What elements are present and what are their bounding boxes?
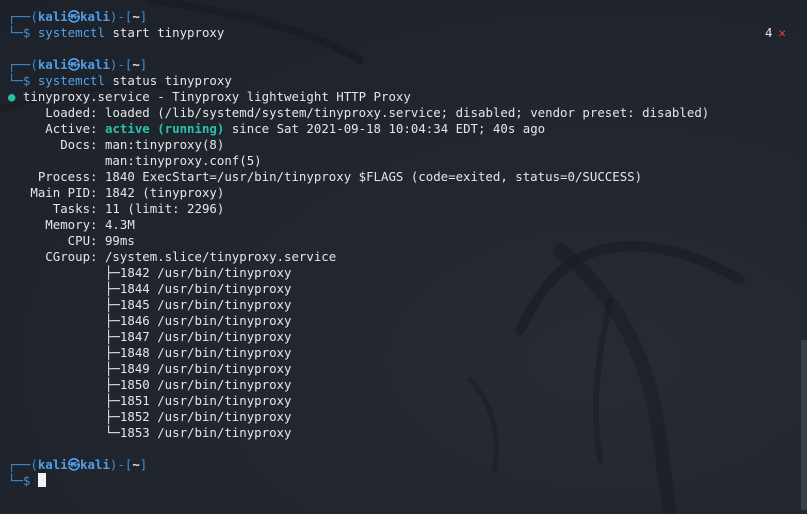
prompt-corner-top: ┌──( [8,457,38,472]
memory-line: Memory: 4.3M [8,217,135,232]
cpu-line: CPU: 99ms [8,233,135,248]
cgroup-process: ├─1851 /usr/bin/tinyproxy [8,393,292,408]
prompt-corner-top: ┌──( [8,57,38,72]
terminal-window[interactable]: ┌──(kali㉿kali)-[~] └─$ systemctl start t… [0,0,807,514]
docs-line: Docs: man:tinyproxy(8) [8,137,777,153]
mainpid-line: Main PID: 1842 (tinyproxy) [8,185,225,200]
prompt-close: ] [139,457,148,472]
cgroup-process: ├─1852 /usr/bin/tinyproxy [8,409,292,424]
docs-value: man:tinyproxy(8) [97,137,225,152]
prompt-host: kali [80,57,110,72]
prompt-user: kali [37,9,68,24]
loaded-label: Loaded: [8,105,98,120]
cgroup-process: └─1853 /usr/bin/tinyproxy [8,425,292,440]
loaded-line: Loaded: loaded (/lib/systemd/system/tiny… [8,105,777,121]
cgroup-process: ├─1844 /usr/bin/tinyproxy [8,281,292,296]
prompt-corner-top: ┌──( [8,9,38,24]
service-title: tinyproxy.service - Tinyproxy lightweigh… [15,89,411,104]
prompt-host: kali [80,9,110,24]
cgroup-process: ├─1845 /usr/bin/tinyproxy [8,297,292,312]
active-label: Active: [8,121,98,136]
prompt-close: ] [139,9,148,24]
cgroup-process: ├─1847 /usr/bin/tinyproxy [8,329,292,344]
prompt-sep: )-[ [109,457,133,472]
active-since: since Sat 2021-09-18 10:04:34 EDT; 40s a… [224,121,546,136]
docs-value: man:tinyproxy.conf(5) [8,153,262,168]
exit-status: 4 ✕ [765,25,786,41]
command-args: status tinyproxy [104,73,232,88]
cgroup-process: ├─1849 /usr/bin/tinyproxy [8,361,292,376]
tasks-line: Tasks: 11 (limit: 2296) [8,201,225,216]
docs-label: Docs: [8,137,98,152]
command-name: systemctl [37,73,105,88]
prompt-line: ┌──(kali㉿kali)-[~] [8,9,777,25]
process-line: Process: 1840 ExecStart=/usr/bin/tinypro… [8,169,643,184]
command-line: └─$ systemctl status tinyproxy [8,73,777,89]
prompt-corner-bottom: └─$ [8,473,38,488]
command-args: start tinyproxy [104,25,225,40]
text-cursor[interactable] [37,473,46,487]
prompt-corner-bottom: └─$ [8,73,38,88]
error-x-icon: ✕ [778,25,786,40]
scrollbar[interactable] [801,340,807,510]
prompt-sep: )-[ [109,57,133,72]
command-line: └─$ systemctl start tinyproxy 4 ✕ [8,25,786,41]
prompt-dir: ~ [132,457,140,472]
terminal-output: ┌──(kali㉿kali)-[~] └─$ systemctl start t… [8,9,786,489]
active-line: Active: active (running) since Sat 2021-… [8,121,777,137]
prompt-at: ㉿ [67,9,81,24]
prompt-at: ㉿ [67,57,81,72]
active-state: active (running) [97,121,225,136]
prompt-line: ┌──(kali㉿kali)-[~] [8,457,777,473]
cgroup-process: ├─1848 /usr/bin/tinyproxy [8,345,292,360]
prompt-host: kali [80,457,110,472]
input-line[interactable]: └─$ [8,473,777,489]
prompt-at: ㉿ [67,457,81,472]
cgroup-process: ├─1850 /usr/bin/tinyproxy [8,377,292,392]
loaded-value: loaded (/lib/systemd/system/tinyproxy.se… [97,105,710,120]
prompt-user: kali [37,57,68,72]
prompt-dir: ~ [132,9,140,24]
exit-code: 4 [765,25,773,40]
cgroup-line: CGroup: /system.slice/tinyproxy.service [8,249,337,264]
service-header: ● tinyproxy.service - Tinyproxy lightwei… [8,89,777,105]
docs-line-2: man:tinyproxy.conf(5) [8,153,777,169]
prompt-sep: )-[ [109,9,133,24]
prompt-close: ] [139,57,148,72]
command-name: systemctl [37,25,105,40]
cgroup-process: ├─1842 /usr/bin/tinyproxy [8,265,292,280]
prompt-line: ┌──(kali㉿kali)-[~] [8,57,777,73]
prompt-corner-bottom: └─$ [8,25,38,40]
prompt-dir: ~ [132,57,140,72]
cgroup-process: ├─1846 /usr/bin/tinyproxy [8,313,292,328]
prompt-user: kali [37,457,68,472]
